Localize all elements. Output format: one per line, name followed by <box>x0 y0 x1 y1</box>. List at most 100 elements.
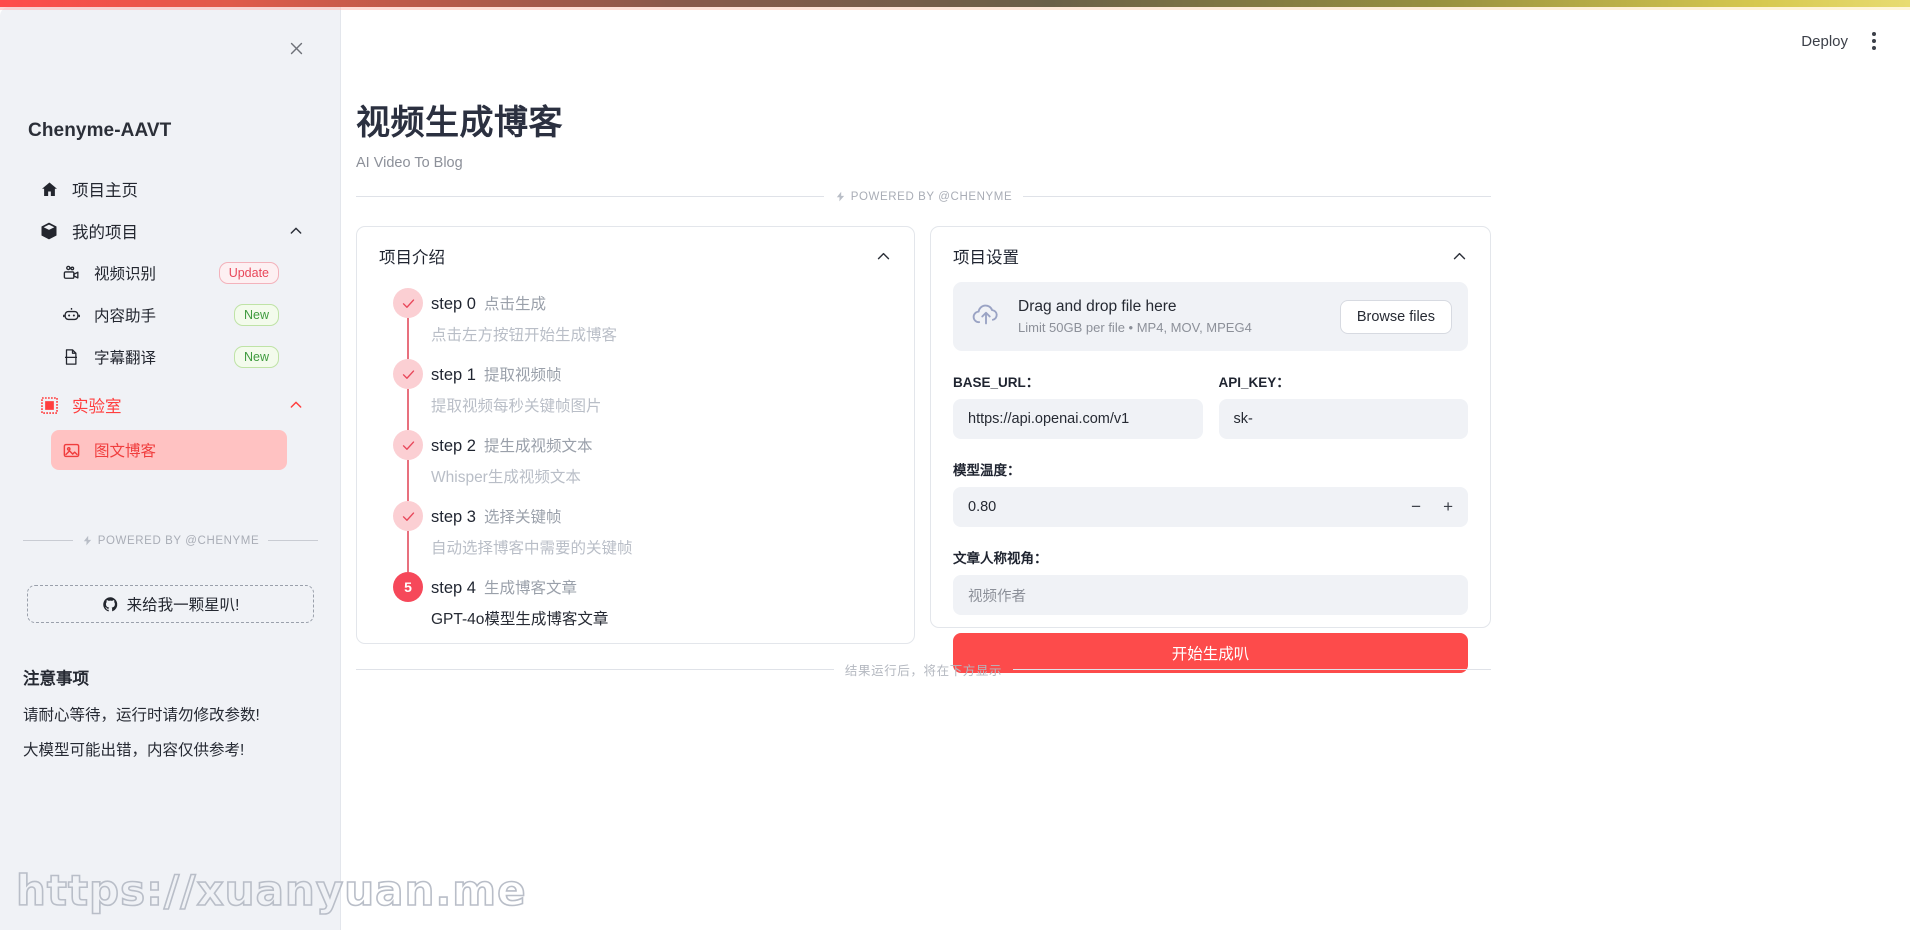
notes-line-1: 请耐心等待，运行时请勿修改参数! <box>23 707 260 724</box>
step-label: step 0 <box>431 295 476 313</box>
step-sublabel: 提生成视频文本 <box>483 438 593 455</box>
step-description: GPT-4o模型生成博客文章 <box>431 611 609 628</box>
sidebar-item-my-projects[interactable]: 我的项目 <box>29 212 312 250</box>
temperature-decrement-button[interactable]: − <box>1411 497 1421 517</box>
step-item-current: 5 step 4 生成博客文章 GPT-4o模型生成博客文章 <box>385 572 914 643</box>
sidebar-item-content-assistant[interactable]: 内容助手 New <box>51 296 287 334</box>
box-icon <box>37 221 61 241</box>
divider-line-left <box>23 540 73 541</box>
temperature-row: 模型温度： 0.80 − + <box>953 459 1468 527</box>
step-connector-line <box>407 318 409 359</box>
powered-divider-text-wrap: POWERED BY @CHENYME <box>835 190 1013 203</box>
intro-collapse-chevron-up-icon[interactable] <box>875 248 892 265</box>
steps-list: step 0 点击生成 点击左方按钮开始生成博客 step 1 提取视频帧 提取… <box>357 282 914 643</box>
temperature-value: 0.80 <box>968 499 997 515</box>
close-icon <box>290 42 302 54</box>
sidebar-badge-update: Update <box>218 262 279 284</box>
chevron-up-icon-lab[interactable] <box>288 397 304 413</box>
divider-line-right <box>268 540 318 541</box>
step-status-done-icon <box>393 359 423 389</box>
sidebar-item-home-label: 项目主页 <box>72 182 138 200</box>
sidebar-item-image-blog[interactable]: 图文博客 <box>51 430 287 470</box>
github-star-button[interactable]: 来给我一颗星叭! <box>27 585 314 623</box>
step-connector-line <box>407 389 409 430</box>
sidebar-item-video-recognition-label: 视频识别 <box>94 266 157 283</box>
step-head: step 1 提取视频帧 <box>431 363 602 385</box>
step-marker-col <box>385 288 431 359</box>
divider-text-wrap: POWERED BY @CHENYME <box>82 534 260 547</box>
notes-title: 注意事项 <box>23 670 89 688</box>
deploy-button[interactable]: Deploy <box>1801 33 1848 50</box>
brand-title: Chenyme-AAVT <box>28 120 172 141</box>
result-divider: 结果运行后，将在下方显示 <box>356 660 1492 679</box>
chevron-up-icon[interactable] <box>288 223 304 239</box>
settings-collapse-chevron-up-icon[interactable] <box>1451 248 1468 265</box>
step-body: step 4 生成博客文章 GPT-4o模型生成博客文章 <box>431 572 608 643</box>
sidebar-item-video-recognition[interactable]: 视频识别 Update <box>51 254 287 292</box>
intro-card: 项目介绍 step 0 点击生成 点击左方按钮开始生成博客 step 1 提取视… <box>356 226 915 644</box>
dropzone-text: Drag and drop file here Limit 50GB per f… <box>1018 298 1252 335</box>
step-sublabel: 生成博客文章 <box>483 580 577 597</box>
main-content: Deploy 视频生成博客 AI Video To Blog POWERED B… <box>341 7 1910 930</box>
step-marker-col <box>385 430 431 501</box>
step-status-done-icon <box>393 501 423 531</box>
sidebar-item-my-projects-label: 我的项目 <box>72 224 138 242</box>
temperature-stepper[interactable]: 0.80 − + <box>953 487 1468 527</box>
sidebar-close-button[interactable] <box>281 33 311 63</box>
step-head: step 4 生成博客文章 <box>431 576 608 598</box>
perspective-input[interactable]: 视频作者 <box>953 575 1468 615</box>
sidebar-item-lab[interactable]: 实验室 <box>29 386 312 424</box>
step-label: step 3 <box>431 508 476 526</box>
sidebar-divider-label: POWERED BY @CHENYME <box>97 534 260 547</box>
settings-card: 项目设置 Drag and drop file here Limit 50GB … <box>930 226 1491 673</box>
step-connector-line <box>407 531 409 572</box>
page-title: 视频生成博客 <box>356 104 563 142</box>
lightning-icon <box>836 191 844 202</box>
image-icon <box>59 441 83 460</box>
result-divider-label: 结果运行后，将在下方显示 <box>844 664 1003 678</box>
step-status-current-badge: 5 <box>393 572 423 602</box>
sidebar-item-image-blog-label: 图文博客 <box>94 443 157 460</box>
main-header: Deploy <box>1801 28 1882 54</box>
sidebar-powered-divider: POWERED BY @CHENYME <box>23 534 318 547</box>
step-head: step 0 点击生成 <box>431 292 617 314</box>
step-body: step 1 提取视频帧 提取视频每秒关键帧图片 <box>431 359 602 430</box>
sidebar-item-content-assistant-label: 内容助手 <box>94 308 157 325</box>
step-sublabel: 提取视频帧 <box>483 367 562 384</box>
step-description: Whisper生成视频文本 <box>431 469 581 486</box>
github-icon <box>102 596 117 611</box>
base-url-input[interactable]: https://api.openai.com/v1 <box>953 399 1203 439</box>
step-item: step 2 提生成视频文本 Whisper生成视频文本 <box>385 430 914 501</box>
api-key-label: API_KEY： <box>1218 375 1290 390</box>
step-marker-col: 5 <box>385 572 431 643</box>
temperature-stepper-controls: − + <box>1411 497 1453 517</box>
sidebar-item-subtitle-translate[interactable]: 字幕翻译 New <box>51 338 287 376</box>
settings-card-header[interactable]: 项目设置 <box>931 227 1490 282</box>
file-dropzone[interactable]: Drag and drop file here Limit 50GB per f… <box>953 282 1468 351</box>
sidebar-badge-new-1: New <box>233 304 279 326</box>
api-key-input[interactable]: sk- <box>1218 399 1468 439</box>
perspective-row: 文章人称视角： 视频作者 <box>953 547 1468 615</box>
credentials-row: BASE_URL： https://api.openai.com/v1 API_… <box>953 371 1468 439</box>
sidebar-item-home[interactable]: 项目主页 <box>29 170 312 208</box>
dropzone-title: Drag and drop file here <box>1018 298 1177 315</box>
result-divider-line-right <box>1013 669 1492 670</box>
temperature-increment-button[interactable]: + <box>1443 497 1453 517</box>
step-item: step 0 点击生成 点击左方按钮开始生成博客 <box>385 288 914 359</box>
intro-card-header[interactable]: 项目介绍 <box>357 227 914 282</box>
kebab-menu-icon[interactable] <box>1866 28 1882 54</box>
step-status-done-icon <box>393 288 423 318</box>
powered-divider-line-right <box>1023 196 1491 197</box>
lightning-icon <box>83 535 91 546</box>
step-connector-line <box>407 460 409 501</box>
document-icon <box>59 348 83 366</box>
result-divider-line-left <box>356 669 834 670</box>
step-sublabel: 选择关键帧 <box>483 509 562 526</box>
browse-files-button[interactable]: Browse files <box>1339 299 1452 334</box>
step-status-done-icon <box>393 430 423 460</box>
step-description: 提取视频每秒关键帧图片 <box>431 398 602 415</box>
robot-icon <box>59 306 83 325</box>
step-label: step 2 <box>431 437 476 455</box>
step-marker-col <box>385 359 431 430</box>
intro-card-title: 项目介绍 <box>379 249 445 267</box>
